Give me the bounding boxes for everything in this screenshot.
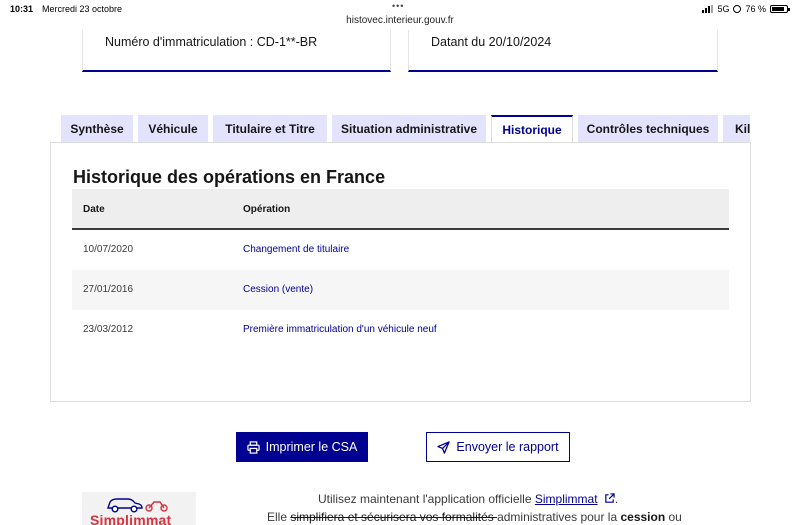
row-date: 23/03/2012 [83,324,134,335]
registration-number: Numéro d'immatriculation : CD-1**-BR [105,35,318,49]
location-icon [733,5,742,13]
more-dots-icon[interactable]: ••• [392,1,404,11]
column-date: Date [83,204,105,215]
print-csa-label: Imprimer le CSA [265,440,358,454]
battery-percent: 76 % [745,4,766,14]
tab-historique[interactable]: Historique [491,115,573,143]
simplimmat-link[interactable]: Simplimmat [535,492,598,506]
report-date: Datant du 20/10/2024 [431,35,552,49]
network-label: 5G [717,4,730,14]
promo-punct: . [614,492,619,506]
signal-icon [702,5,714,13]
printer-icon [246,440,260,454]
history-title: Historique des opérations en France [73,167,386,187]
registration-card: Numéro d'immatriculation : CD-1**-BR [82,30,391,72]
table-row: 10/07/2020 Changement de titulaire [72,230,729,270]
logo-wordmark: Simplimmat [90,512,172,525]
external-link-icon[interactable] [601,492,615,506]
history-panel: Historique des opérations en France Date… [50,142,751,402]
row-date: 10/07/2020 [83,244,134,255]
car-moto-icon [107,498,168,513]
battery-icon [770,5,790,13]
simplimmat-logo[interactable]: Simplimmat [82,492,196,525]
table-row: 23/03/2012 Première immatriculation d'un… [72,310,729,350]
print-csa-button[interactable]: Imprimer le CSA [236,432,368,462]
send-report-label: Envoyer le rapport [456,440,559,454]
address-bar-url[interactable]: histovec.interieur.gouv.fr [0,15,800,26]
promo-line-1: Utilisez maintenant l'application offici… [318,492,618,506]
report-tabs: Synthèse Véhicule Titulaire et Titre Sit… [60,115,750,143]
status-date: Mercredi 23 octobre [42,4,123,14]
column-operation: Opération [243,204,291,215]
tab-titulaire[interactable]: Titulaire et Titre [213,115,327,143]
tab-synthese[interactable]: Synthèse [61,115,133,143]
table-header: Date Opération [72,189,729,230]
report-date-card: Datant du 20/10/2024 [408,30,718,72]
history-table: Date Opération 10/07/2020 Changement de … [72,189,729,350]
promo-text: ou [665,510,682,524]
tab-kilometrage[interactable]: Kilométrage [723,115,750,143]
tab-situation-administrative[interactable]: Situation administrative [332,115,486,143]
promo-bold-text: cession [620,510,666,524]
row-operation: Première immatriculation d'un véhicule n… [243,324,437,335]
promo-line-2: Elle simplifiera et sécurisera vos forma… [267,510,682,524]
row-operation: Cession (vente) [243,284,314,295]
row-operation: Changement de titulaire [243,244,350,255]
table-row: 27/01/2016 Cession (vente) [72,270,729,310]
status-time: 10:31 [10,4,34,14]
promo-text: administratives pour la [497,510,621,524]
status-bar: 10:31 Mercredi 23 octobre ••• histovec.i… [0,0,800,30]
promo-text: Elle [267,510,291,524]
send-report-button[interactable]: Envoyer le rapport [426,432,570,462]
tab-controles-techniques[interactable]: Contrôles techniques [578,115,718,143]
status-indicators: 5G 76 % [702,4,790,14]
tab-vehicule[interactable]: Véhicule [138,115,208,143]
promo-text: Utilisez maintenant l'application offici… [318,492,535,506]
promo-struck-text: simplifiera et sécurisera vos formalités [290,510,498,524]
send-icon [437,440,451,454]
row-date: 27/01/2016 [83,284,134,295]
